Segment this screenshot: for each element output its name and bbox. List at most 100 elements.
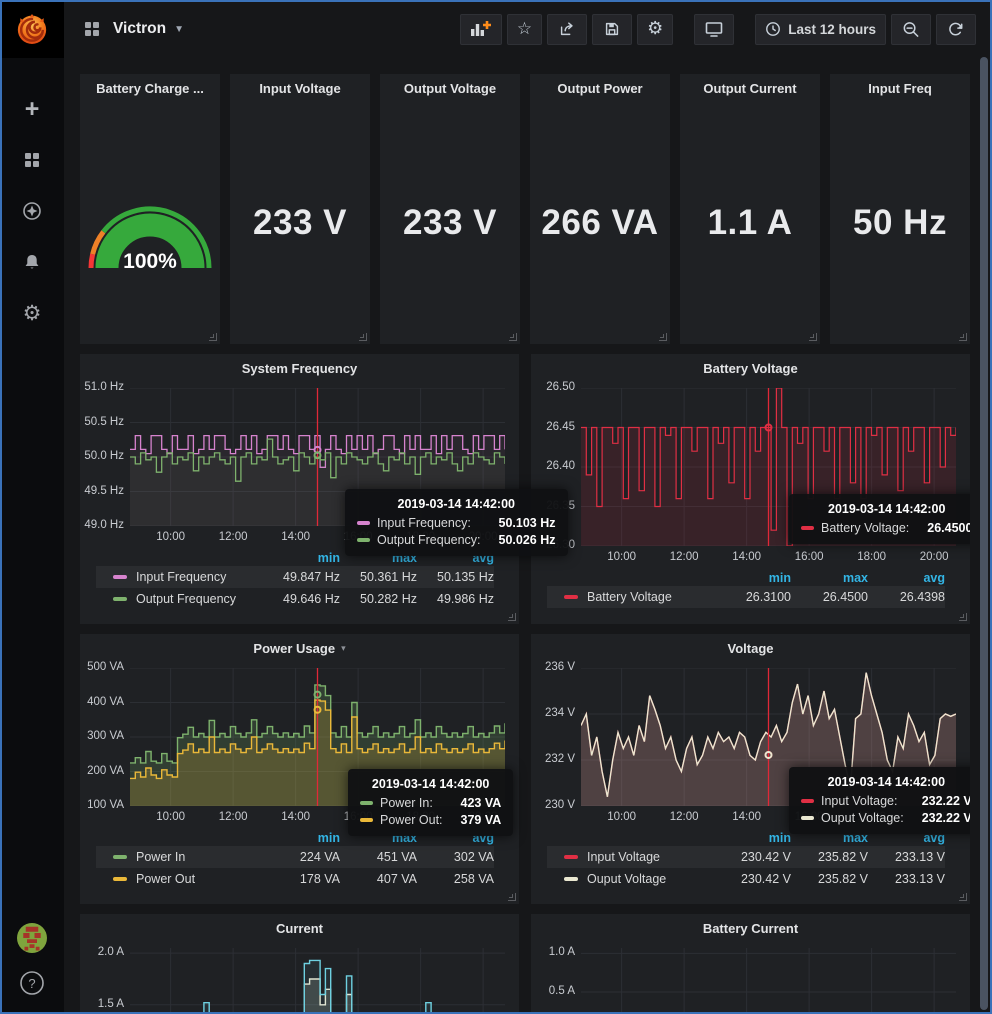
refresh-button[interactable]: [936, 14, 976, 45]
explore-compass-icon[interactable]: [19, 198, 45, 224]
create-plus-icon[interactable]: +: [19, 96, 45, 122]
dashboard-breadcrumb[interactable]: Victron ▼: [82, 19, 184, 39]
x-axis-tick-label: 10:00: [607, 811, 636, 823]
x-axis-tick-label: 20:00: [469, 811, 498, 823]
legend-row[interactable]: Input Voltage230.42 V235.82 V233.13 V: [547, 846, 945, 868]
panel-resize-handle[interactable]: [508, 613, 516, 621]
legend-header-min[interactable]: min: [714, 571, 791, 585]
panel-title[interactable]: Input Voltage: [230, 74, 370, 102]
panel-title[interactable]: Output Voltage: [380, 74, 520, 102]
legend-header-min[interactable]: min: [263, 551, 340, 565]
chart-plot[interactable]: 51.0 Hz50.5 Hz50.0 Hz49.5 Hz49.0 Hz: [130, 388, 505, 526]
panel-title[interactable]: Input Freq: [830, 74, 970, 102]
panel-title[interactable]: Battery Voltage: [531, 354, 970, 382]
cycle-view-button[interactable]: [694, 14, 734, 45]
time-picker-button[interactable]: Last 12 hours: [755, 14, 886, 45]
share-button[interactable]: [547, 14, 587, 45]
panel-title[interactable]: Power Usage▾: [80, 634, 519, 662]
series-color-marker-icon[interactable]: [564, 595, 578, 599]
grafana-logo[interactable]: [0, 0, 64, 58]
x-axis: 10:0012:0014:0016:0018:0020:00: [581, 548, 956, 566]
panel-menu-caret-icon[interactable]: ▾: [341, 643, 346, 654]
series-color-marker-icon[interactable]: [113, 597, 127, 601]
panel-title[interactable]: Output Current: [680, 74, 820, 102]
legend-row[interactable]: Ouput Voltage230.42 V235.82 V233.13 V: [547, 868, 945, 890]
dashboard-settings-button[interactable]: ⚙: [637, 14, 673, 45]
legend-header-avg[interactable]: avg: [417, 831, 494, 845]
legend-series-name[interactable]: Input Frequency: [136, 570, 263, 584]
series-color-marker-icon[interactable]: [113, 855, 127, 859]
chart-plot[interactable]: 26.5026.4526.4026.3526.30: [581, 388, 956, 546]
legend-header-avg[interactable]: avg: [868, 831, 945, 845]
panel-resize-handle[interactable]: [209, 333, 217, 341]
panel-title[interactable]: Battery Current: [531, 914, 970, 942]
panel-resize-handle[interactable]: [659, 333, 667, 341]
save-button[interactable]: [592, 14, 632, 45]
y-axis-tick-label: 49.0 Hz: [82, 519, 124, 531]
panel-resize-handle[interactable]: [959, 893, 967, 901]
y-axis-tick-label: 232 V: [533, 753, 575, 765]
panel-title[interactable]: System Frequency: [80, 354, 519, 382]
stat-value-text: 233 V: [403, 203, 497, 243]
chart-plot[interactable]: 1.0 A0.5 A: [581, 948, 956, 1014]
legend-row[interactable]: Output Frequency49.646 Hz50.282 Hz49.986…: [96, 588, 494, 610]
chart-plot[interactable]: 2.0 A1.5 A: [130, 948, 505, 1014]
add-panel-button[interactable]: [460, 14, 502, 45]
panel-resize-handle[interactable]: [959, 613, 967, 621]
x-axis-tick-label: 12:00: [670, 551, 699, 563]
scrollbar-thumb[interactable]: [980, 57, 988, 1010]
legend-stat-value: 26.4398: [868, 590, 945, 604]
legend-header-avg[interactable]: avg: [868, 571, 945, 585]
legend-row[interactable]: Power Out178 VA407 VA258 VA: [96, 868, 494, 890]
legend-header-max[interactable]: max: [791, 571, 868, 585]
series-color-marker-icon[interactable]: [564, 877, 578, 881]
dashboard-title[interactable]: Victron: [113, 20, 166, 38]
chart-plot[interactable]: 236 V234 V232 V230 V: [581, 668, 956, 806]
legend-row[interactable]: Power In224 VA451 VA302 VA: [96, 846, 494, 868]
chart-panel: System Frequency 51.0 Hz50.5 Hz50.0 Hz49.…: [80, 354, 519, 624]
panel-title[interactable]: Current: [80, 914, 519, 942]
panel-title[interactable]: Output Power: [530, 74, 670, 102]
series-color-marker-icon[interactable]: [113, 575, 127, 579]
panel-resize-handle[interactable]: [508, 893, 516, 901]
legend-series-name[interactable]: Output Frequency: [136, 592, 263, 606]
dashboards-grid-icon[interactable]: [19, 147, 45, 173]
legend-header-max[interactable]: max: [340, 831, 417, 845]
legend-series-name[interactable]: Ouput Voltage: [587, 872, 714, 886]
legend-header-min[interactable]: min: [714, 831, 791, 845]
x-axis-tick-label: 12:00: [219, 811, 248, 823]
refresh-icon: [946, 20, 966, 39]
panel-resize-handle[interactable]: [509, 333, 517, 341]
legend-header-min[interactable]: min: [263, 831, 340, 845]
legend-stat-value: 224 VA: [263, 850, 340, 864]
panel-title[interactable]: Battery Charge ...: [80, 74, 220, 102]
configuration-gear-icon[interactable]: ⚙: [19, 300, 45, 326]
legend-header-max[interactable]: max: [791, 831, 868, 845]
zoom-out-button[interactable]: [891, 14, 931, 45]
star-button[interactable]: ☆: [507, 14, 542, 45]
legend-header-max[interactable]: max: [340, 551, 417, 565]
legend-header-avg[interactable]: avg: [417, 551, 494, 565]
chart-plot[interactable]: 500 VA400 VA300 VA200 VA100 VA: [130, 668, 505, 806]
panel-resize-handle[interactable]: [959, 333, 967, 341]
legend-stat-value: 49.646 Hz: [263, 592, 340, 606]
chart-grid: System Frequency 51.0 Hz50.5 Hz50.0 Hz49.…: [80, 354, 970, 1014]
help-question-icon[interactable]: ?: [17, 968, 47, 998]
series-color-marker-icon[interactable]: [564, 855, 578, 859]
alerting-bell-icon[interactable]: [19, 249, 45, 275]
series-color-marker-icon[interactable]: [113, 877, 127, 881]
legend-row[interactable]: Battery Voltage26.310026.450026.4398: [547, 586, 945, 608]
y-axis-tick-label: 50.0 Hz: [82, 450, 124, 462]
user-avatar-icon[interactable]: [17, 923, 47, 953]
legend-stat-value: 50.282 Hz: [340, 592, 417, 606]
panel-resize-handle[interactable]: [359, 333, 367, 341]
legend-series-name[interactable]: Power In: [136, 850, 263, 864]
navbar-actions: ☆ ⚙ Last 12 hours: [460, 14, 976, 45]
panel-title[interactable]: Voltage: [531, 634, 970, 662]
legend-series-name[interactable]: Power Out: [136, 872, 263, 886]
vertical-scrollbar[interactable]: [980, 57, 988, 1010]
legend-series-name[interactable]: Battery Voltage: [587, 590, 714, 604]
panel-resize-handle[interactable]: [809, 333, 817, 341]
legend-row[interactable]: Input Frequency49.847 Hz50.361 Hz50.135 …: [96, 566, 494, 588]
legend-series-name[interactable]: Input Voltage: [587, 850, 714, 864]
